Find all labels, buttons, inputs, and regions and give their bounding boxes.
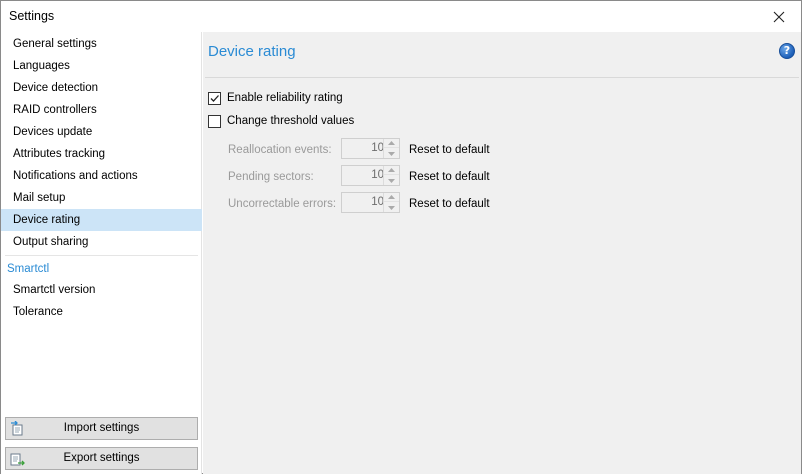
sidebar-item-device-detection[interactable]: Device detection [1, 77, 202, 99]
help-icon[interactable]: ? [779, 43, 795, 59]
enable-reliability-rating-label: Enable reliability rating [227, 92, 343, 104]
sidebar-group-smartctl: Smartctl [7, 263, 50, 275]
reallocation-events-stepper[interactable]: 10 [341, 138, 400, 159]
sidebar-item-smartctl-version[interactable]: Smartctl version [1, 279, 202, 301]
change-threshold-values-checkbox[interactable]: Change threshold values [208, 113, 354, 129]
checkbox-unchecked-icon [208, 114, 221, 128]
sidebar-item-devices-update[interactable]: Devices update [1, 121, 202, 143]
stepper-arrows [383, 166, 399, 185]
sidebar-divider [5, 255, 198, 256]
window-title: Settings [9, 9, 55, 23]
close-button[interactable] [757, 1, 801, 32]
stepper-arrows [383, 139, 399, 158]
sidebar-item-languages[interactable]: Languages [1, 55, 202, 77]
stepper-up-button[interactable] [384, 193, 399, 202]
sidebar-item-general-settings[interactable]: General settings [1, 33, 202, 55]
export-settings-button[interactable]: Export settings [5, 447, 198, 470]
enable-reliability-rating-checkbox[interactable]: Enable reliability rating [208, 90, 343, 106]
sidebar-item-notifications-and-actions[interactable]: Notifications and actions [1, 165, 202, 187]
stepper-down-button[interactable] [384, 203, 399, 212]
stepper-down-button[interactable] [384, 149, 399, 158]
stepper-up-button[interactable] [384, 139, 399, 148]
chevron-up-icon [388, 195, 395, 199]
sidebar-item-raid-controllers[interactable]: RAID controllers [1, 99, 202, 121]
content-panel: Device rating ? Enable reliability ratin… [203, 32, 801, 474]
export-settings-label: Export settings [63, 452, 140, 464]
stepper-up-button[interactable] [384, 166, 399, 175]
page-title: Device rating [208, 43, 296, 60]
pending-sectors-label: Pending sectors: [228, 171, 314, 183]
sidebar-item-attributes-tracking[interactable]: Attributes tracking [1, 143, 202, 165]
uncorrectable-errors-label: Uncorrectable errors: [228, 198, 337, 210]
reallocation-events-value: 10 [371, 142, 384, 154]
import-settings-label: Import settings [63, 422, 140, 434]
sidebar: General settings Languages Device detect… [1, 32, 202, 474]
checkbox-checked-icon [208, 91, 221, 105]
pending-sectors-reset-link[interactable]: Reset to default [409, 171, 490, 183]
stepper-down-button[interactable] [384, 176, 399, 185]
close-icon [773, 11, 785, 22]
title-bar: Settings [1, 1, 801, 32]
uncorrectable-errors-stepper[interactable]: 10 [341, 192, 400, 213]
pending-sectors-value: 10 [371, 169, 384, 181]
sidebar-item-output-sharing[interactable]: Output sharing [1, 231, 202, 253]
chevron-down-icon [388, 178, 395, 183]
uncorrectable-errors-value: 10 [371, 196, 384, 208]
import-settings-button[interactable]: Import settings [5, 417, 198, 440]
settings-window: Settings General settings Languages Devi… [0, 0, 802, 474]
stepper-arrows [383, 193, 399, 212]
sidebar-item-tolerance[interactable]: Tolerance [1, 301, 202, 323]
chevron-up-icon [388, 141, 395, 145]
chevron-down-icon [388, 151, 395, 156]
uncorrectable-errors-reset-link[interactable]: Reset to default [409, 198, 490, 210]
sidebar-item-mail-setup[interactable]: Mail setup [1, 187, 202, 209]
header-divider [205, 77, 799, 78]
reallocation-events-label: Reallocation events: [228, 144, 332, 156]
chevron-up-icon [388, 168, 395, 172]
reallocation-events-reset-link[interactable]: Reset to default [409, 144, 490, 156]
sidebar-item-device-rating[interactable]: Device rating [1, 209, 202, 231]
pending-sectors-stepper[interactable]: 10 [341, 165, 400, 186]
change-threshold-values-label: Change threshold values [227, 115, 355, 127]
chevron-down-icon [388, 205, 395, 210]
